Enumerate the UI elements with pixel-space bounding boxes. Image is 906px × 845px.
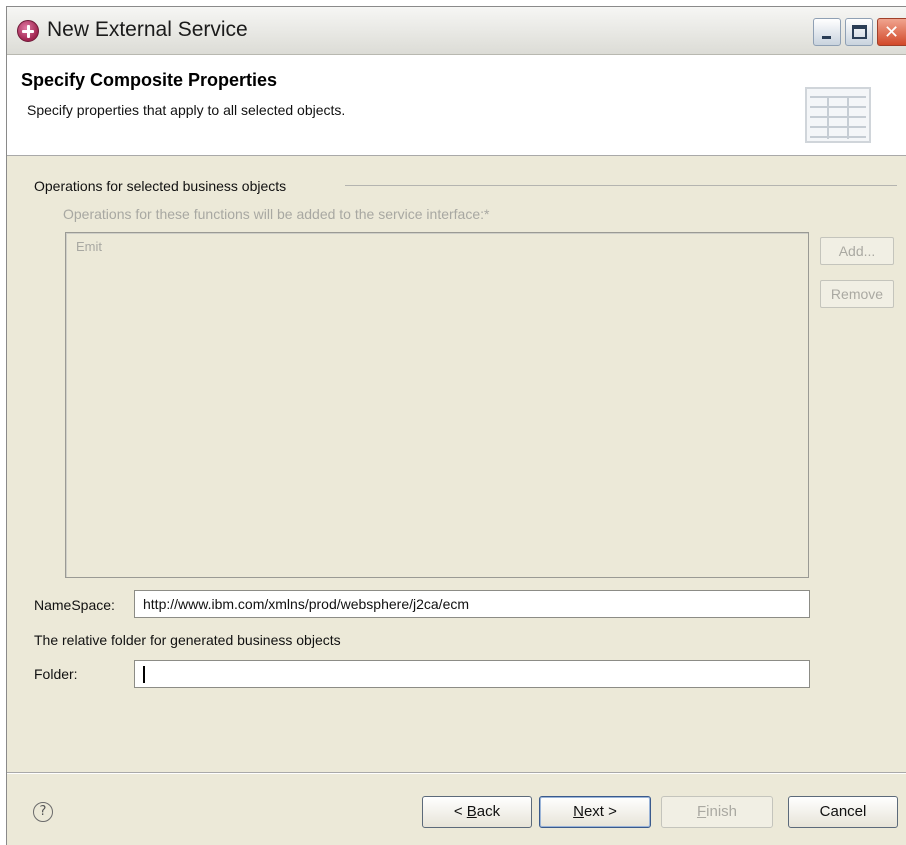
remove-button[interactable]: Remove [820, 280, 894, 308]
cancel-button[interactable]: Cancel [788, 796, 898, 828]
folder-label: Folder: [34, 666, 78, 682]
minimize-button[interactable] [813, 18, 841, 46]
close-button[interactable]: ✕ [877, 18, 906, 46]
app-icon [17, 20, 39, 42]
window-title: New External Service [47, 18, 248, 41]
next-rest: ext > [583, 803, 617, 820]
finish-mnemonic: F [696, 803, 707, 820]
title-bar[interactable]: New External Service ✕ [7, 7, 906, 55]
back-rest: ack [476, 803, 501, 820]
operations-list[interactable]: Emit [65, 232, 809, 578]
finish-rest: inish [706, 803, 738, 820]
text-caret [143, 666, 145, 683]
back-mnemonic: B [466, 803, 477, 820]
add-button[interactable]: Add... [820, 237, 894, 265]
namespace-label: NameSpace: [34, 597, 115, 613]
minimize-icon [822, 36, 831, 39]
back-button[interactable]: < Back [422, 796, 532, 828]
operations-group-label: Operations for selected business objects [34, 178, 287, 194]
page-title: Specify Composite Properties [21, 70, 278, 90]
help-icon[interactable]: ? [33, 802, 53, 822]
close-icon: ✕ [884, 22, 900, 43]
footer-separator-highlight [7, 773, 906, 774]
next-button[interactable]: Next > [539, 796, 651, 828]
wizard-header: Specify Composite Properties Specify pro… [7, 55, 906, 156]
folder-description: The relative folder for generated busine… [34, 632, 341, 648]
finish-button[interactable]: Finish [661, 796, 773, 828]
folder-input[interactable] [134, 660, 810, 688]
namespace-input[interactable]: http://www.ibm.com/xmlns/prod/websphere/… [134, 590, 810, 618]
list-item[interactable]: Emit [76, 239, 102, 254]
next-mnemonic: N [573, 803, 584, 820]
maximize-button[interactable] [845, 18, 873, 46]
page-description: Specify properties that apply to all sel… [27, 102, 346, 118]
group-separator [345, 185, 897, 186]
table-icon [805, 87, 871, 143]
dialog-window: New External Service ✕ Specify Composite… [6, 6, 906, 845]
back-prefix: < [453, 803, 467, 820]
operations-sub-label: Operations for these functions will be a… [63, 206, 490, 222]
maximize-icon [852, 25, 867, 39]
